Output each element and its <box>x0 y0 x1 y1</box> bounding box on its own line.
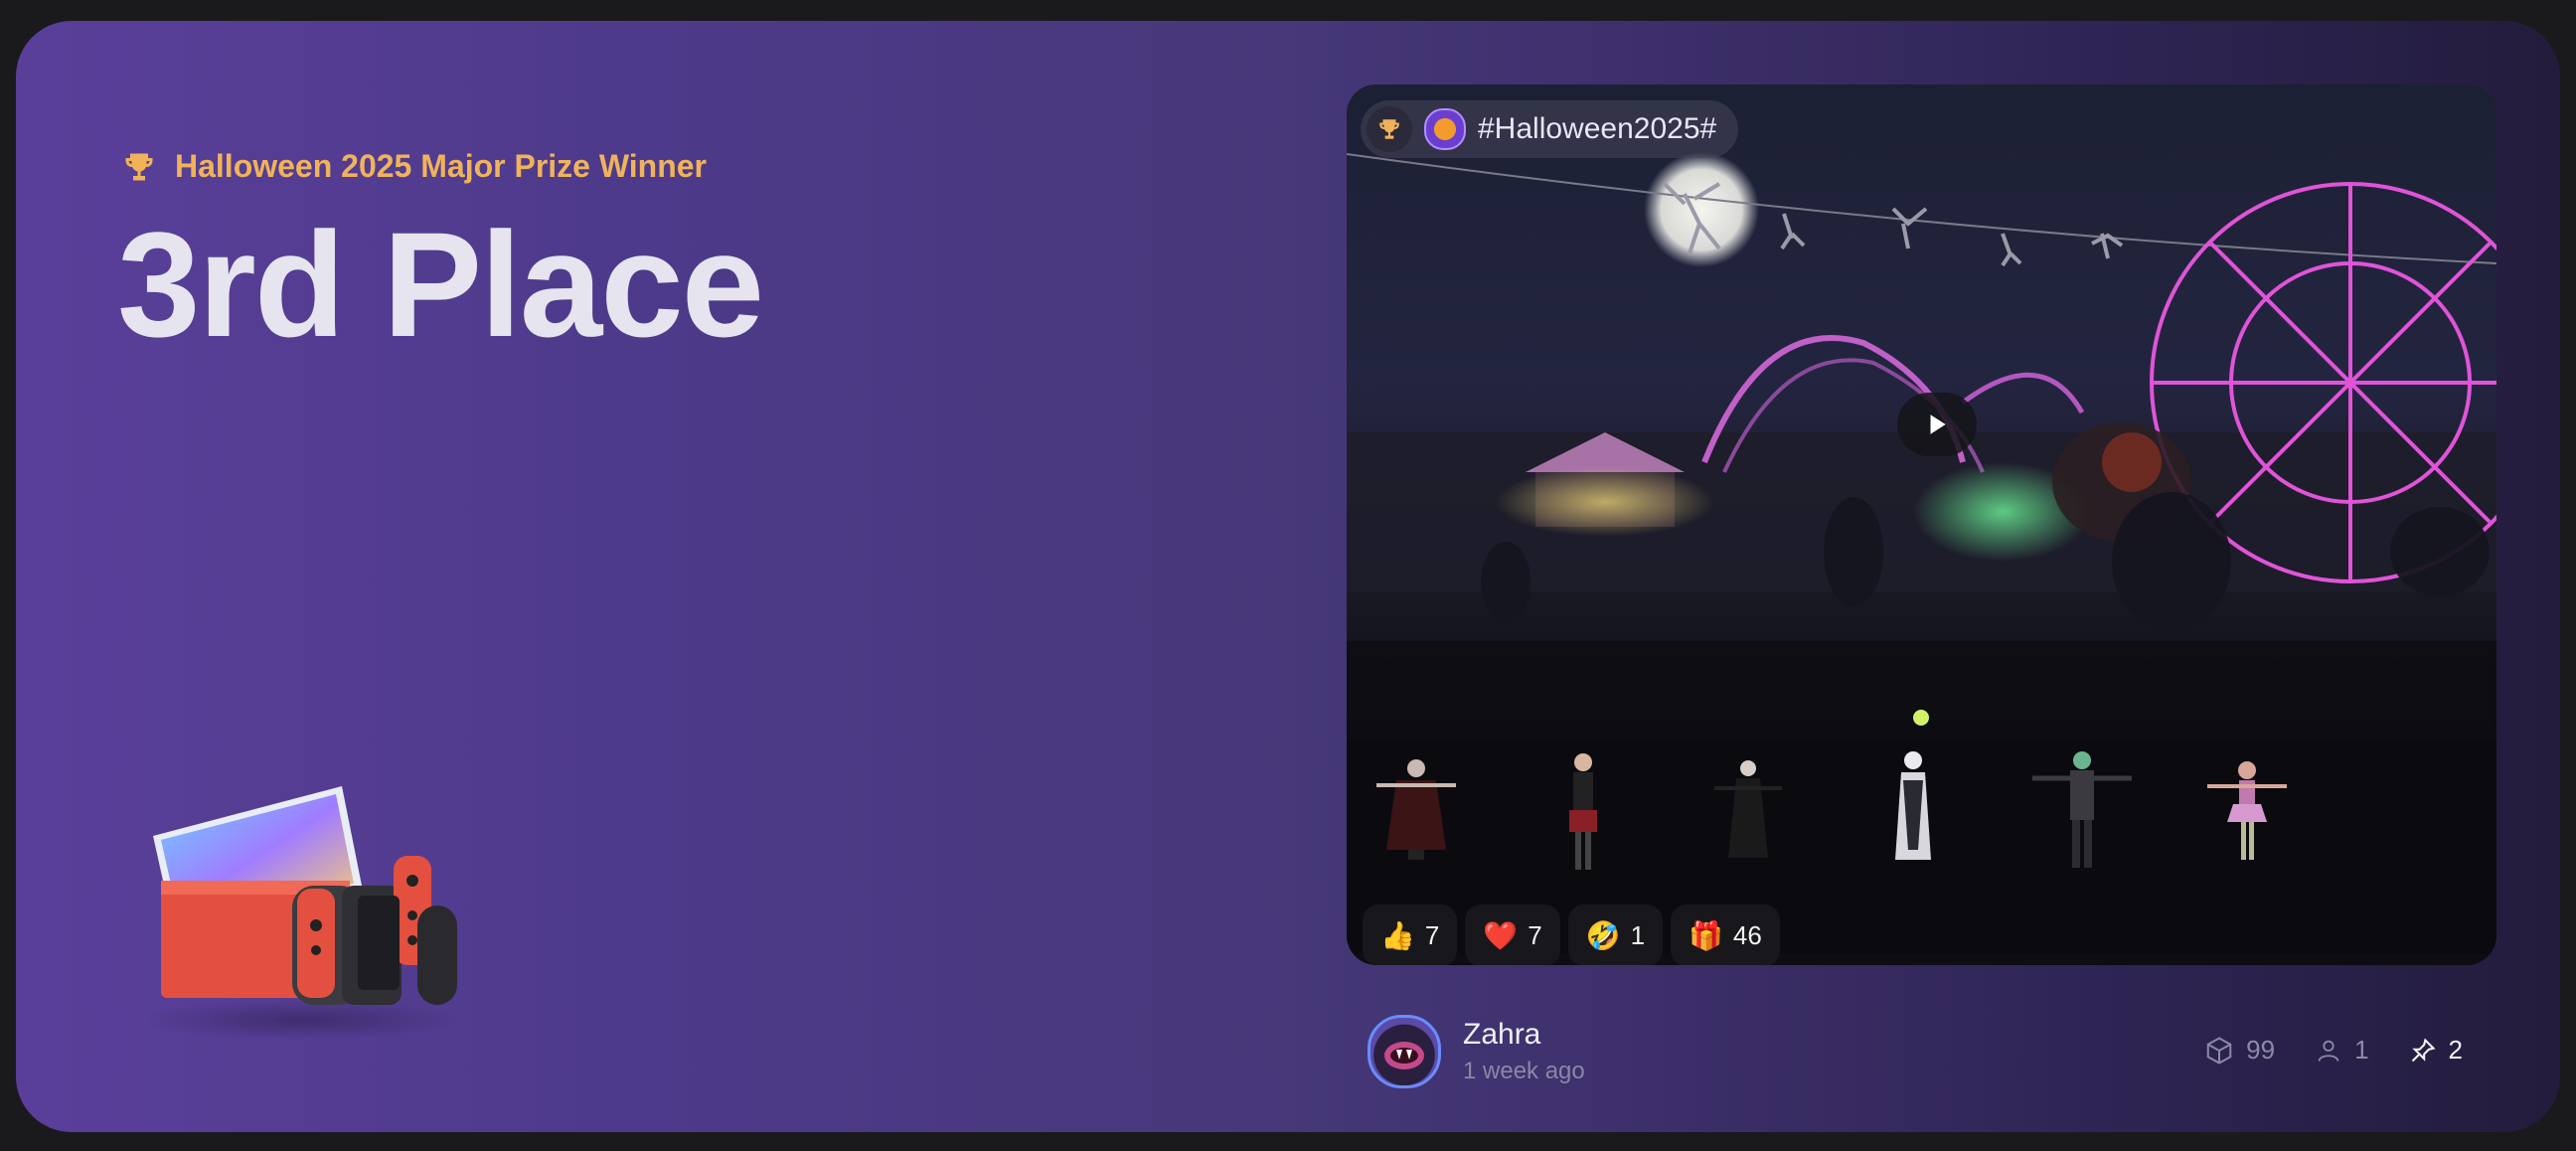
gift-icon: 🎁 <box>1689 919 1723 951</box>
pin-icon <box>2411 1037 2436 1062</box>
place-title: 3rd Place <box>117 201 764 368</box>
vampire-mouth-avatar-image <box>1384 1042 1424 1069</box>
prize-label: Halloween 2025 Major Prize Winner <box>175 148 707 184</box>
reaction-thumbs-up[interactable]: 👍 7 <box>1363 904 1458 965</box>
hashtag-label[interactable]: #Halloween2025# <box>1478 112 1716 146</box>
reaction-count: 7 <box>1528 919 1542 950</box>
event-avatar <box>1424 108 1466 150</box>
pins-stat[interactable]: 2 <box>2409 1035 2463 1066</box>
reaction-count: 7 <box>1424 919 1440 950</box>
thumbs-up-icon: 👍 <box>1380 919 1415 951</box>
reaction-laugh[interactable]: 🤣 1 <box>1567 904 1664 965</box>
heart-icon: ❤️ <box>1483 919 1519 951</box>
reaction-count: 46 <box>1732 919 1762 950</box>
post-media[interactable]: #Halloween2025# 👍 7 ❤️ 7 🤣 1 🎁 46 <box>1347 84 2496 965</box>
hashtag-pill[interactable]: #Halloween2025# <box>1361 100 1739 158</box>
trophy-icon <box>125 153 153 180</box>
reaction-gift[interactable]: 🎁 46 <box>1671 904 1780 965</box>
models-stat[interactable]: 99 <box>2204 1035 2275 1066</box>
author-name[interactable]: Zahra <box>1463 1018 1585 1052</box>
carousel-indicator[interactable] <box>1913 710 1929 726</box>
laugh-icon: 🤣 <box>1585 919 1621 951</box>
avatar[interactable] <box>1368 1015 1441 1088</box>
users-stat[interactable]: 1 <box>2315 1035 2369 1066</box>
post-stats: 99 1 2 <box>2204 1035 2463 1066</box>
trophy-icon <box>1379 119 1399 139</box>
reaction-heart[interactable]: ❤️ 7 <box>1465 904 1560 965</box>
pins-count: 2 <box>2448 1035 2463 1065</box>
users-count: 1 <box>2354 1035 2369 1065</box>
user-icon <box>2318 1040 2339 1062</box>
award-card: Halloween 2025 Major Prize Winner 3rd Pl… <box>16 21 2560 1132</box>
reaction-count: 1 <box>1630 919 1646 950</box>
trophy-badge <box>1367 106 1412 152</box>
cube-icon <box>2206 1036 2232 1065</box>
post-time: 1 week ago <box>1463 1058 1585 1084</box>
author-info[interactable]: Zahra 1 week ago <box>1368 1015 1585 1088</box>
game-console-image <box>143 786 461 1040</box>
models-count: 99 <box>2246 1035 2276 1065</box>
play-icon <box>1930 414 1946 434</box>
play-button[interactable] <box>1897 393 1977 456</box>
prize-header: Halloween 2025 Major Prize Winner <box>121 148 707 185</box>
reactions-bar: 👍 7 ❤️ 7 🤣 1 🎁 46 <box>1363 904 1780 965</box>
